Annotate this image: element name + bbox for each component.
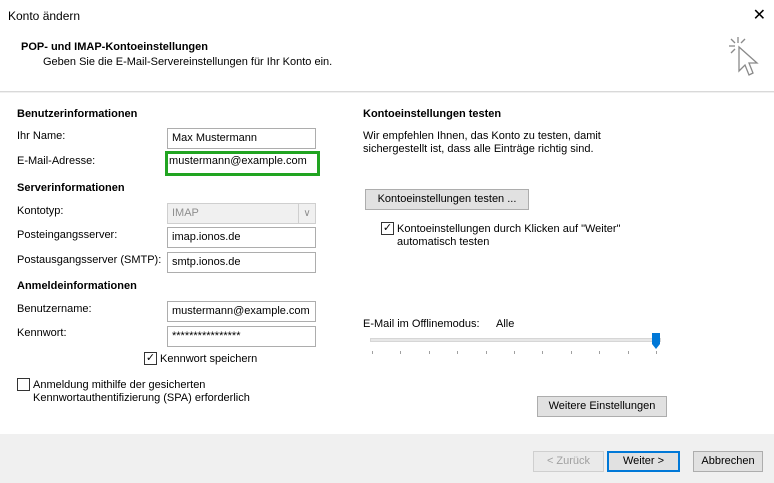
email-label: E-Mail-Adresse: <box>17 155 96 167</box>
slider-tick <box>627 351 629 354</box>
name-label: Ihr Name: <box>17 130 66 142</box>
slider-tick <box>599 351 601 354</box>
password-label: Kennwort: <box>17 327 67 339</box>
more-settings-button[interactable]: Weitere Einstellungen <box>537 396 667 417</box>
spa-label-line2: Kennwortauthentifizierung (SPA) erforder… <box>33 392 250 404</box>
wizard-cursor-icon <box>729 37 759 76</box>
user-info-heading: Benutzerinformationen <box>17 108 138 120</box>
offline-mode-value: Alle <box>496 318 515 330</box>
offline-mode-label: E-Mail im Offlinemodus: <box>363 318 480 330</box>
remember-password-label: Kennwort speichern <box>160 353 258 365</box>
username-input[interactable]: mustermann@example.com <box>167 301 316 322</box>
slider-tick <box>570 351 572 354</box>
incoming-server-input[interactable]: imap.ionos.de <box>167 227 316 248</box>
slider-tick <box>542 351 544 354</box>
account-type-select: IMAP ∨ <box>167 203 316 224</box>
test-desc-line1: Wir empfehlen Ihnen, das Konto zu testen… <box>363 130 601 142</box>
outgoing-server-label: Postausgangsserver (SMTP): <box>17 254 162 266</box>
incoming-server-label: Posteingangsserver: <box>17 229 118 241</box>
account-type-label: Kontotyp: <box>17 205 64 217</box>
offline-slider-thumb[interactable] <box>652 333 660 349</box>
close-icon[interactable]: ✕ <box>753 5 766 25</box>
test-account-button[interactable]: Kontoeinstellungen testen ... <box>365 189 529 210</box>
email-input[interactable]: .mustermann@example.com <box>165 151 320 176</box>
name-input[interactable]: Max Mustermann <box>167 128 316 149</box>
server-info-heading: Serverinformationen <box>17 182 125 194</box>
slider-tick <box>485 351 487 354</box>
cancel-button[interactable]: Abbrechen <box>693 451 763 472</box>
slider-tick <box>514 351 515 354</box>
chevron-down-icon: ∨ <box>298 204 315 223</box>
outgoing-server-input[interactable]: smtp.ionos.de <box>167 252 316 273</box>
auto-test-label-line1: Kontoeinstellungen durch Klicken auf "We… <box>397 223 621 235</box>
back-button: < Zurück <box>533 451 604 472</box>
spa-checkbox[interactable] <box>17 378 30 391</box>
slider-tick <box>372 351 373 354</box>
spa-label-line1: Anmeldung mithilfe der gesicherten <box>33 379 206 391</box>
login-info-heading: Anmeldeinformationen <box>17 280 137 292</box>
dialog-header: POP- und IMAP-Kontoeinstellungen Geben S… <box>0 30 774 92</box>
offline-slider-track[interactable] <box>370 338 661 342</box>
slider-tick <box>428 351 430 354</box>
window-title: Konto ändern <box>8 9 81 23</box>
header-title: POP- und IMAP-Kontoeinstellungen <box>21 41 208 53</box>
auto-test-checkbox[interactable]: ✓ <box>381 222 394 235</box>
account-type-value: IMAP <box>172 207 199 219</box>
slider-tick <box>457 351 459 354</box>
slider-tick <box>400 351 402 354</box>
next-button[interactable]: Weiter > <box>607 451 680 472</box>
email-input-value: .mustermann@example.com <box>166 155 307 167</box>
password-input[interactable]: **************** <box>167 326 316 347</box>
slider-tick <box>656 351 657 354</box>
test-desc-line2: sichergestellt ist, dass alle Einträge r… <box>363 143 594 155</box>
title-bar: Konto ändern ✕ <box>0 0 774 30</box>
test-settings-heading: Kontoeinstellungen testen <box>363 108 502 120</box>
auto-test-label-line2: automatisch testen <box>397 236 490 248</box>
username-label: Benutzername: <box>17 303 92 315</box>
header-subtitle: Geben Sie die E-Mail-Servereinstellungen… <box>43 56 333 68</box>
remember-password-checkbox[interactable]: ✓ <box>144 352 157 365</box>
